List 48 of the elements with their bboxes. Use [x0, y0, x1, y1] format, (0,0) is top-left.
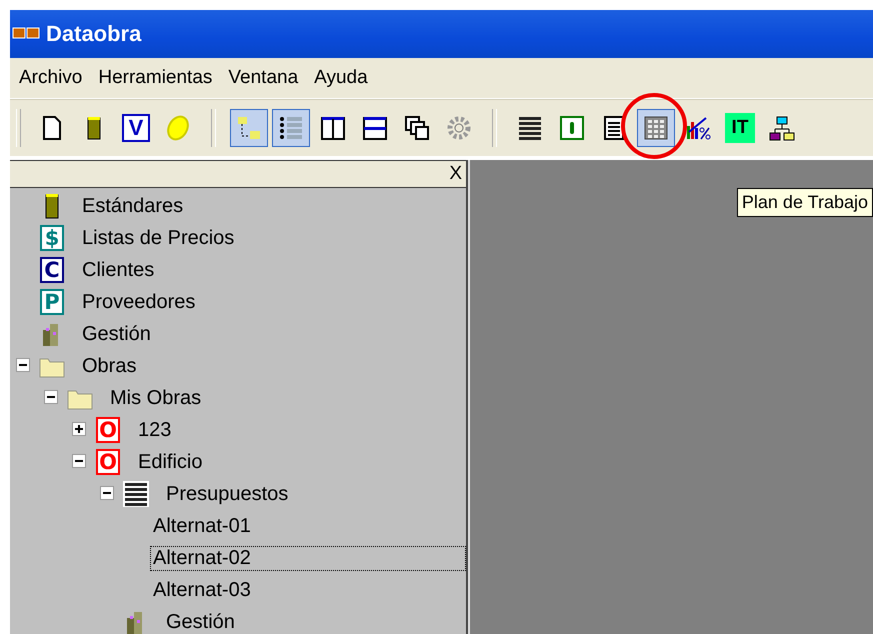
menu-item[interactable]: Ventana — [221, 67, 306, 89]
expand-toggle[interactable] — [72, 422, 86, 436]
toolbar-button[interactable] — [272, 109, 310, 147]
gear-icon — [445, 114, 473, 142]
columns-icon — [319, 114, 347, 142]
lines-icon — [122, 480, 150, 508]
tree-item[interactable]: Proveedores — [79, 290, 198, 314]
close-button[interactable]: X — [445, 163, 466, 185]
collapse-toggle[interactable] — [72, 454, 86, 468]
plus-icon — [73, 423, 85, 435]
lines-icon — [516, 114, 544, 142]
tree-item[interactable]: Alternat-03 — [150, 578, 254, 602]
tree-item[interactable]: Alternat-01 — [150, 514, 254, 538]
tree-item[interactable]: Gestión — [79, 322, 154, 346]
collapse-toggle[interactable] — [100, 486, 114, 500]
tree-item[interactable]: Gestión — [163, 610, 238, 634]
collapse-toggle[interactable] — [16, 358, 30, 372]
letter-icon: P — [40, 289, 64, 315]
tree-item[interactable]: Edificio — [135, 450, 206, 474]
toolbar-button[interactable]: V — [117, 109, 155, 147]
menu-item[interactable]: Ayuda — [307, 67, 375, 89]
tooltip: Plan de Trabajo — [736, 188, 873, 217]
windows-icon — [403, 114, 431, 142]
window-title: Dataobra — [46, 21, 142, 47]
letter-icon: O — [96, 417, 120, 443]
tree-item[interactable]: Presupuestos — [163, 482, 292, 506]
coin-icon — [164, 114, 192, 142]
tree-item[interactable]: 123 — [135, 418, 174, 442]
grid-icon — [642, 114, 670, 142]
menu-item[interactable]: Herramientas — [91, 67, 220, 89]
tree-item[interactable]: Clientes — [79, 258, 158, 282]
letter-icon: V — [122, 114, 150, 142]
rows-icon — [361, 114, 389, 142]
tree-item[interactable]: Listas de Precios — [79, 226, 238, 250]
collapse-toggle[interactable] — [44, 390, 58, 404]
tree-view-icon — [235, 114, 263, 142]
tree-item[interactable]: Obras — [79, 354, 140, 378]
tree-item[interactable]: Estándares — [79, 194, 186, 218]
org-chart-icon — [768, 114, 796, 142]
list-icon — [277, 114, 305, 142]
tree-item[interactable]: Mis Obras — [107, 386, 204, 410]
letter-icon: O — [96, 449, 120, 475]
letter-icon: C — [40, 257, 64, 283]
frame-icon — [558, 114, 586, 142]
menu-item[interactable]: Archivo — [12, 67, 90, 89]
toolbar-button[interactable] — [637, 109, 675, 147]
tree-item[interactable]: Alternat-02 — [150, 546, 466, 570]
letter-icon: $ — [40, 225, 64, 251]
